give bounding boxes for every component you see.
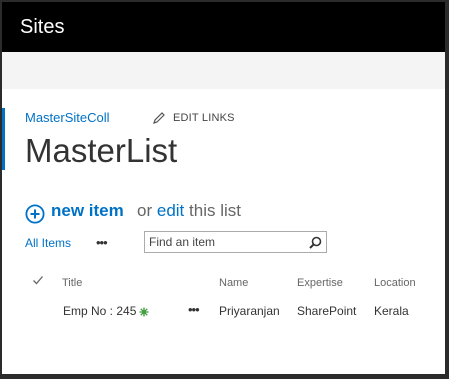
edit-list-link[interactable]: edit: [157, 201, 184, 220]
new-item-link[interactable]: new item: [51, 201, 124, 221]
this-list-text: this list: [189, 201, 241, 220]
row-menu-button[interactable]: •••: [188, 302, 200, 317]
add-circle-icon[interactable]: [25, 204, 45, 224]
search-icon[interactable]: [309, 236, 322, 249]
column-header-name[interactable]: Name: [219, 277, 248, 289]
edit-links-label: EDIT LINKS: [173, 112, 235, 124]
checkmark-icon[interactable]: [32, 274, 44, 286]
row-title-cell[interactable]: Emp No : 245: [63, 304, 149, 318]
pencil-icon: [153, 112, 165, 124]
row-location-cell: Kerala: [374, 304, 409, 318]
ribbon-bar: [2, 52, 445, 89]
breadcrumb-site-link[interactable]: MasterSiteColl: [25, 110, 110, 125]
row-expertise-cell: SharePoint: [297, 304, 357, 318]
view-more-button[interactable]: •••: [96, 235, 108, 250]
column-header-location[interactable]: Location: [374, 277, 416, 289]
suite-bar: Sites: [2, 2, 445, 52]
or-text: or: [137, 201, 153, 220]
row-title-link[interactable]: Emp No : 245: [63, 304, 136, 318]
page-frame: Sites MasterSiteColl EDIT LINKS MasterLi…: [2, 2, 445, 374]
page-title: MasterList: [25, 132, 178, 169]
row-name-cell: Priyaranjan: [219, 304, 280, 318]
column-header-title[interactable]: Title: [62, 277, 82, 289]
search-box[interactable]: [144, 231, 327, 253]
search-input[interactable]: [149, 235, 299, 249]
new-badge-icon: [139, 307, 149, 317]
suite-bar-title[interactable]: Sites: [20, 16, 64, 39]
column-header-expertise[interactable]: Expertise: [297, 277, 343, 289]
title-accent-bar: [2, 108, 5, 170]
view-all-items[interactable]: All Items: [25, 236, 71, 250]
